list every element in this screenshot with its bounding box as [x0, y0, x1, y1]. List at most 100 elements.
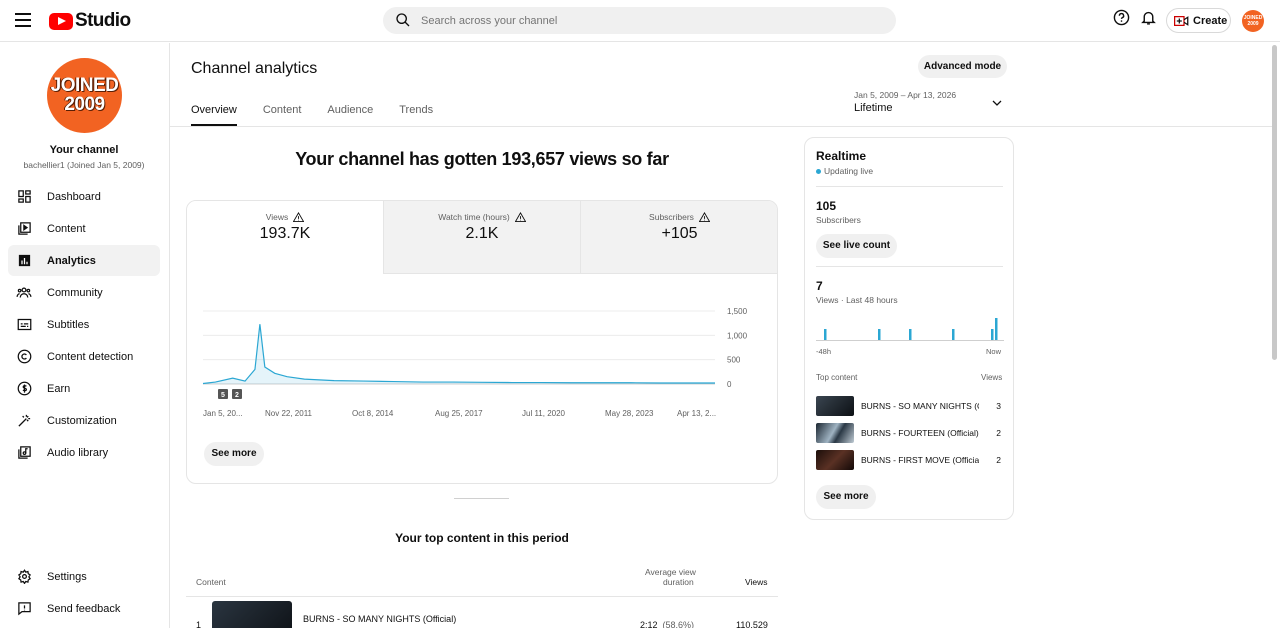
create-video-icon — [1174, 15, 1189, 26]
sidebar-item-customization[interactable]: Customization — [8, 405, 160, 436]
dollar-icon — [16, 381, 32, 397]
overview-card: Views 193.7K Watch time (hours) 2.1K Sub… — [186, 200, 778, 484]
sidebar-item-dashboard[interactable]: Dashboard — [8, 181, 160, 212]
x-tick-label: Jul 11, 2020 — [522, 409, 566, 418]
analytics-icon — [16, 253, 32, 269]
chevron-down-icon[interactable] — [990, 97, 1004, 109]
top-content-title: Your top content in this period — [395, 531, 569, 545]
realtime-item[interactable]: BURNS - FOURTEEN (Official) 2 — [816, 423, 1004, 443]
video-title[interactable]: BURNS - SO MANY NIGHTS (Official) — [303, 614, 456, 624]
tab-overview[interactable]: Overview — [191, 104, 237, 126]
youtube-play-icon — [49, 12, 73, 30]
subscriber-label: Subscribers — [816, 215, 861, 225]
sidebar-item-subtitles[interactable]: Subtitles — [8, 309, 160, 340]
views-chart[interactable]: 1,500 1,000 500 0 5 2 Jan 5, 20... Nov 22, 2011… — [187, 291, 777, 431]
realtime-status: Updating live — [816, 166, 873, 176]
x-tick-label: May 28, 2023 — [605, 409, 654, 418]
realtime-see-more-button[interactable]: See more — [816, 485, 876, 509]
realtime-bar[interactable] — [909, 329, 912, 340]
tabs-divider — [170, 126, 1272, 127]
metric-subscribers[interactable]: Subscribers +105 — [580, 201, 777, 274]
tab-trends[interactable]: Trends — [399, 104, 433, 126]
sidebar-item-label: Subtitles — [47, 318, 90, 331]
video-title: BURNS - FIRST MOVE (Official) — [861, 455, 979, 465]
sidebar-item-community[interactable]: Community — [8, 277, 160, 308]
analytics-tabs: Overview Content Audience Trends — [191, 104, 459, 126]
video-views: 2 — [996, 428, 1001, 438]
video-title: BURNS - FOURTEEN (Official) — [861, 428, 979, 438]
sidebar-item-label: Audio library — [47, 446, 109, 459]
y-tick-label: 0 — [727, 380, 732, 389]
views-headline: Your channel has gotten 193,657 views so… — [295, 149, 669, 169]
sidebar-item-content-detection[interactable]: Content detection — [8, 341, 160, 372]
realtime-item[interactable]: BURNS - FIRST MOVE (Official) 2 — [816, 450, 1004, 470]
search-bar[interactable] — [383, 7, 896, 34]
menu-icon[interactable] — [15, 13, 31, 27]
realtime-bar[interactable] — [995, 318, 998, 340]
table-divider — [186, 596, 778, 597]
sidebar-item-label: Earn — [47, 382, 71, 395]
realtime-views-count: 7 — [816, 279, 823, 293]
magic-wand-icon — [16, 413, 32, 429]
see-more-button[interactable]: See more — [204, 442, 264, 466]
column-header-content: Content — [196, 577, 226, 587]
series-line[interactable] — [202, 324, 715, 385]
bell-icon[interactable] — [1140, 9, 1157, 26]
annotation-marker-label: 5 — [221, 392, 225, 399]
metric-label: Watch time (hours) — [438, 212, 510, 222]
channel-avatar[interactable]: JOINED 2009 — [47, 58, 122, 133]
tab-audience[interactable]: Audience — [327, 104, 373, 126]
metric-views[interactable]: Views 193.7K — [187, 201, 383, 274]
sidebar-item-settings[interactable]: Settings — [8, 561, 160, 592]
sidebar-item-analytics[interactable]: Analytics — [8, 245, 160, 276]
column-header-views[interactable]: Views — [745, 577, 768, 587]
row-avd: 2:12 (58.6%) — [640, 620, 694, 628]
see-live-count-button[interactable]: See live count — [816, 234, 897, 258]
x-tick-label: Apr 13, 2... — [677, 409, 716, 418]
sidebar-item-audio-library[interactable]: Audio library — [8, 437, 160, 468]
brand-text: Studio — [75, 10, 131, 31]
x-tick-label: Nov 22, 2011 — [265, 409, 313, 418]
realtime-bar-chart[interactable] — [816, 310, 1004, 342]
tab-content[interactable]: Content — [263, 104, 302, 126]
sidebar-item-label: Settings — [47, 570, 87, 583]
realtime-item[interactable]: BURNS - SO MANY NIGHTS (Official) 3 — [816, 396, 1004, 416]
realtime-bar[interactable] — [824, 329, 827, 340]
video-thumbnail — [816, 450, 854, 470]
metric-label: Views — [265, 212, 289, 222]
search-input[interactable] — [421, 7, 861, 34]
video-title: BURNS - SO MANY NIGHTS (Official) — [861, 401, 979, 411]
divider — [816, 186, 1003, 187]
sidebar-item-content[interactable]: Content — [8, 213, 160, 244]
sidebar-item-label: Content — [47, 222, 86, 235]
metric-watch-time[interactable]: Watch time (hours) 2.1K — [383, 201, 580, 274]
live-dot-icon — [816, 168, 821, 174]
sidebar-item-label: Dashboard — [47, 190, 101, 203]
sidebar-item-send-feedback[interactable]: Send feedback — [8, 593, 160, 624]
sidebar-item-earn[interactable]: Earn — [8, 373, 160, 404]
realtime-bar[interactable] — [991, 329, 994, 340]
avatar-line-1: JOINED — [50, 75, 119, 96]
create-button[interactable]: Create — [1166, 8, 1231, 33]
help-icon[interactable] — [1113, 9, 1130, 26]
avatar-line-2: 2009 — [64, 94, 105, 115]
page-scrollbar[interactable] — [1272, 45, 1277, 360]
advanced-mode-button[interactable]: Advanced mode — [918, 55, 1007, 78]
avd-value: 2:12 — [640, 620, 658, 628]
date-period-label[interactable]: Lifetime — [854, 102, 893, 114]
warning-icon — [293, 212, 305, 222]
realtime-bar[interactable] — [952, 329, 955, 340]
x-tick-label: Jan 5, 20... — [203, 409, 243, 418]
annotation-marker-label: 2 — [235, 392, 239, 399]
content-icon — [16, 221, 32, 237]
account-avatar[interactable]: JOINED 2009 — [1242, 10, 1264, 32]
metric-label: Subscribers — [649, 212, 694, 222]
realtime-bar[interactable] — [878, 329, 881, 340]
sidebar-item-label: Send feedback — [47, 602, 121, 615]
create-label: Create — [1193, 14, 1228, 27]
video-thumbnail[interactable] — [212, 601, 292, 628]
divider — [816, 266, 1003, 267]
date-range-text[interactable]: Jan 5, 2009 – Apr 13, 2026 — [854, 90, 956, 100]
video-views: 3 — [996, 401, 1001, 411]
studio-logo[interactable]: Studio — [49, 10, 131, 32]
